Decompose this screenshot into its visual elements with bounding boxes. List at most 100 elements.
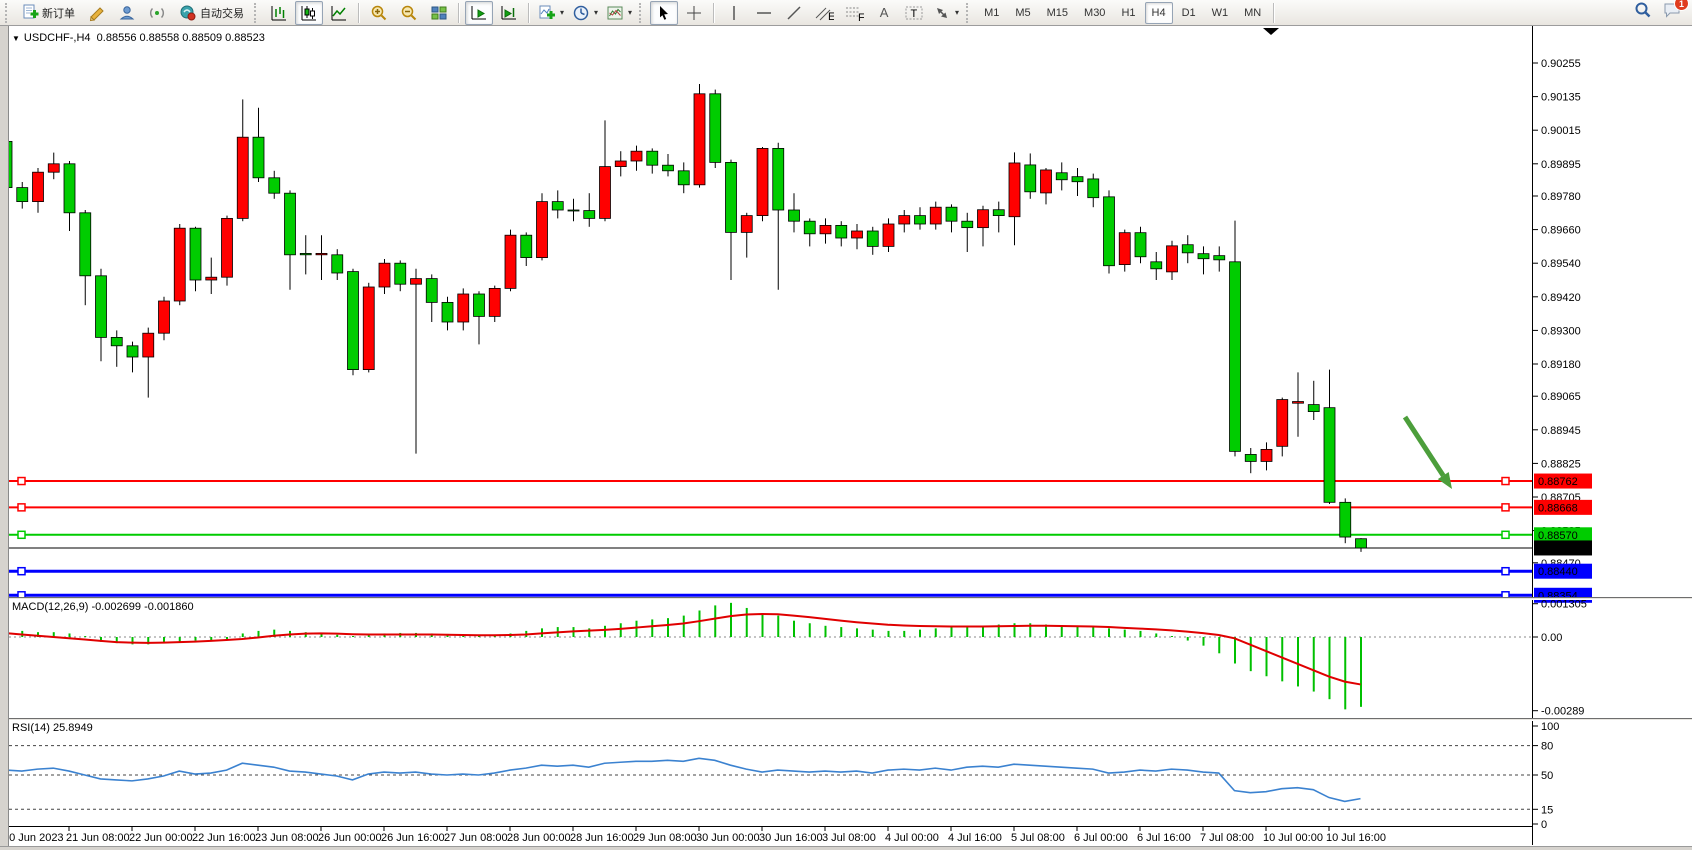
timeframe-D1-button[interactable]: D1 (1175, 2, 1203, 24)
chat-button[interactable]: 1 (1662, 1, 1682, 24)
candle-body (899, 216, 910, 224)
line-handle[interactable] (18, 531, 25, 538)
horizontal-line-button[interactable] (750, 1, 778, 25)
auto-scroll-button[interactable] (465, 1, 493, 25)
styler-button[interactable] (83, 1, 111, 25)
candle-body (1214, 256, 1225, 260)
candle-body (285, 193, 296, 255)
line-handle[interactable] (18, 478, 25, 485)
line-chart-mode-button[interactable] (325, 1, 353, 25)
timeframe-MN-button[interactable]: MN (1237, 2, 1268, 24)
zoom-out-button[interactable] (395, 1, 423, 25)
panel-splitter[interactable] (0, 597, 1692, 600)
timeframe-W1-button[interactable]: W1 (1205, 2, 1236, 24)
toolbar-right: 1 (1634, 1, 1682, 24)
search-button[interactable] (1634, 1, 1652, 24)
chart-canvas[interactable]: 0.902550.901350.900150.898950.897800.896… (0, 0, 1692, 850)
candle-body (1277, 400, 1288, 447)
line-handle[interactable] (1502, 568, 1509, 575)
timeframe-H1-button[interactable]: H1 (1114, 2, 1142, 24)
candle-body (710, 94, 721, 163)
rsi-axis-label: 15 (1541, 804, 1553, 816)
zoom-in-button[interactable] (365, 1, 393, 25)
chart-shift-button[interactable] (495, 1, 523, 25)
line-handle[interactable] (1502, 504, 1509, 511)
templates-button[interactable]: ▾ (603, 1, 635, 25)
new-order-button[interactable]: 新订单 (16, 1, 81, 25)
toolbar-grip[interactable] (639, 3, 646, 23)
svg-text:F: F (858, 12, 864, 22)
candle-body (1261, 449, 1272, 461)
time-axis-label: 4 Jul 16:00 (948, 832, 1002, 844)
timeframe-M30-button[interactable]: M30 (1077, 2, 1112, 24)
line-chart-icon (330, 4, 348, 22)
candle-body (442, 302, 453, 322)
tile-windows-icon (430, 4, 448, 22)
candle-body (647, 151, 658, 165)
candle-body (1088, 179, 1099, 198)
community-button[interactable] (113, 1, 141, 25)
line-handle[interactable] (18, 568, 25, 575)
timeframe-H4-button[interactable]: H4 (1145, 2, 1173, 24)
candle-body (726, 162, 737, 232)
candle-body (426, 279, 437, 303)
text-label-button[interactable]: T (900, 1, 928, 25)
crosshair-button[interactable] (680, 1, 708, 25)
price-axis-label: 0.90015 (1541, 125, 1581, 137)
candle-body (757, 148, 768, 215)
candle-body (1167, 246, 1178, 272)
arrows-tool-button[interactable]: ▾ (930, 1, 962, 25)
candle-body (1340, 502, 1351, 537)
time-axis-label: 28 Jun 00:00 (507, 832, 571, 844)
fibonacci-button[interactable]: F (840, 1, 868, 25)
timeframe-M15-button[interactable]: M15 (1040, 2, 1075, 24)
dropdown-caret: ▾ (560, 8, 564, 17)
equidistant-channel-button[interactable]: E (810, 1, 838, 25)
candle-body (237, 137, 248, 218)
candle-body (1198, 254, 1209, 259)
auto-trading-button[interactable]: 自动交易 (173, 1, 250, 25)
cursor-button[interactable] (650, 1, 678, 25)
chart-shift-icon (500, 4, 518, 22)
price-tag-label: 0.88668 (1538, 502, 1578, 514)
line-handle[interactable] (18, 504, 25, 511)
trendline-icon (785, 4, 803, 22)
candle-body (206, 277, 217, 280)
toolbar-grip[interactable] (254, 3, 261, 23)
auto-trading-label: 自动交易 (200, 5, 244, 21)
candlestick-mode-button[interactable] (295, 1, 323, 25)
macd-axis-label: -0.00289 (1541, 706, 1584, 718)
signal-icon (148, 4, 166, 22)
signals-button[interactable] (143, 1, 171, 25)
time-axis-label: 26 Jun 00:00 (318, 832, 382, 844)
line-handle[interactable] (1502, 531, 1509, 538)
toolbar: 新订单 自动交易 (0, 0, 1692, 26)
timeframe-M5-button[interactable]: M5 (1008, 2, 1037, 24)
candle-body (1245, 454, 1256, 461)
metatrader-window: 新订单 自动交易 (0, 0, 1692, 850)
rsi-axis-label: 0 (1541, 819, 1547, 831)
trendline-button[interactable] (780, 1, 808, 25)
candle-body (663, 165, 674, 171)
text-button[interactable]: A (870, 1, 898, 25)
tile-windows-button[interactable] (425, 1, 453, 25)
indicators-button[interactable]: ▾ (535, 1, 567, 25)
panel-splitter[interactable] (0, 718, 1692, 721)
trend-arrow-shaft[interactable] (1405, 417, 1443, 476)
vertical-line-button[interactable] (720, 1, 748, 25)
toolbar-grip[interactable] (966, 3, 973, 23)
line-handle[interactable] (1502, 478, 1509, 485)
candle-body (694, 94, 705, 185)
toolbar-grip[interactable] (5, 3, 12, 23)
candle-body (1308, 405, 1319, 412)
periods-button[interactable]: ▾ (569, 1, 601, 25)
toolbar-separator (713, 3, 715, 23)
new-order-label: 新订单 (42, 5, 75, 21)
collapse-triangle-icon[interactable]: ▼ (12, 34, 20, 43)
candle-body (159, 301, 170, 333)
bar-chart-mode-button[interactable] (265, 1, 293, 25)
timeframe-M1-button[interactable]: M1 (977, 2, 1006, 24)
chart-shift-marker-icon[interactable] (1263, 28, 1279, 35)
price-axis-label: 0.89895 (1541, 159, 1581, 171)
candle-body (946, 207, 957, 221)
